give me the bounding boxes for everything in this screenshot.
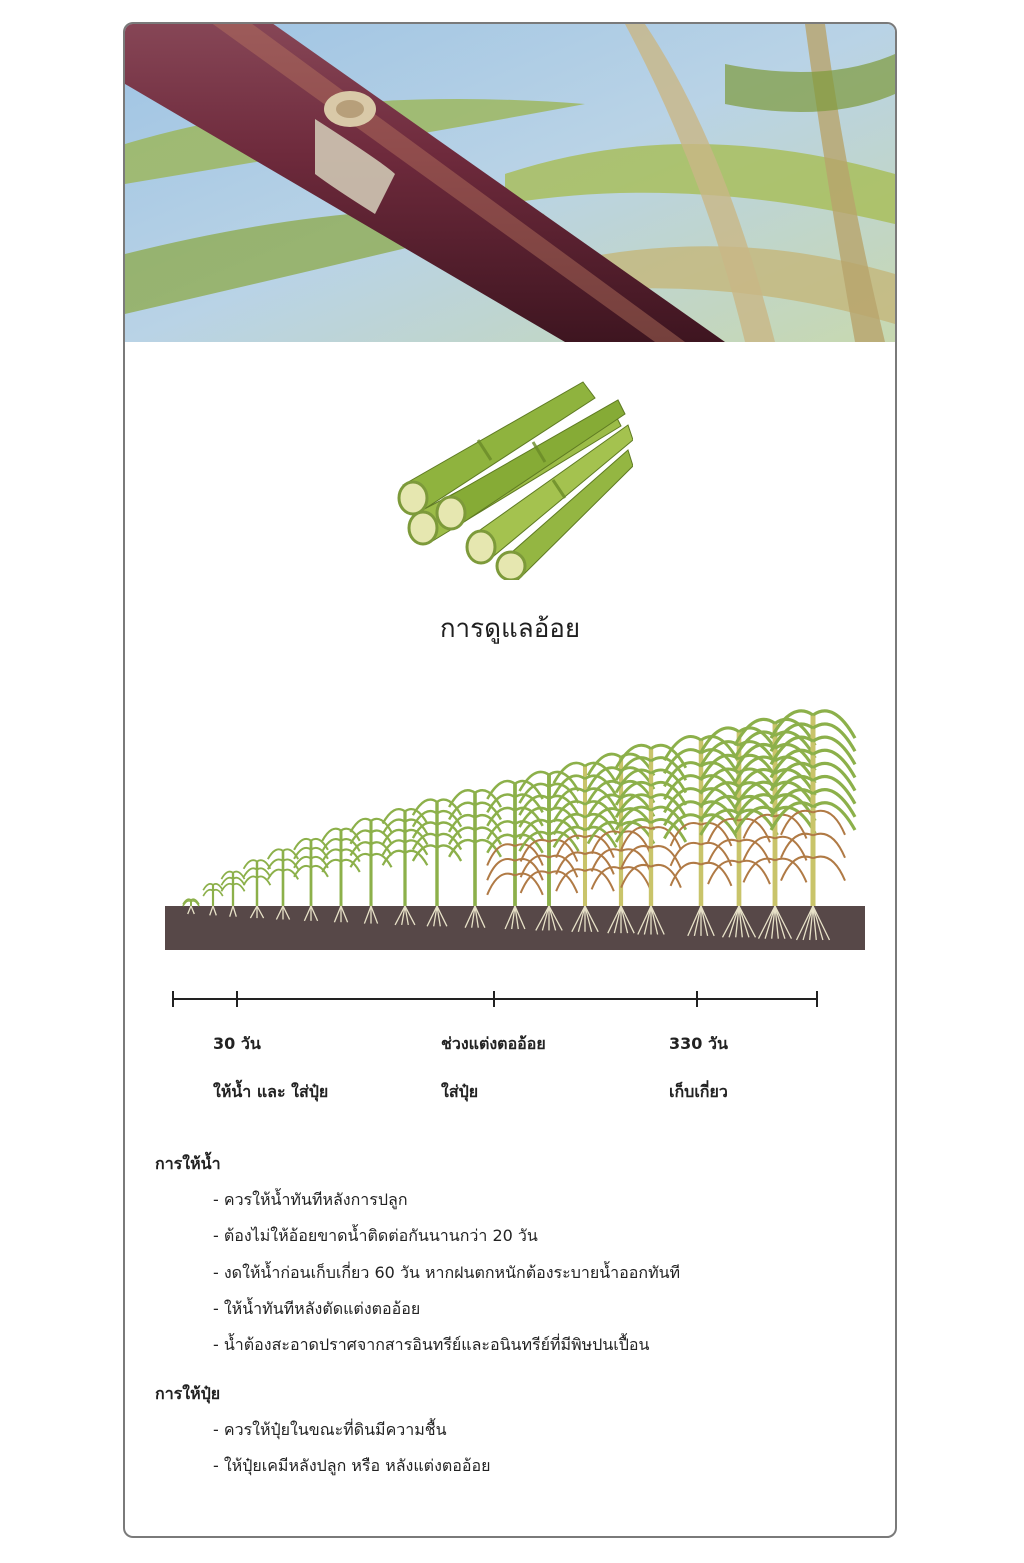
growth-stages-illustration — [165, 706, 867, 952]
content-card: การดูแลอ้อย 30 วัน ให้น้ำ และ ใส่ปุ๋ย ช่… — [123, 22, 897, 1538]
timeline-label-water-fertilize: ให้น้ำ และ ใส่ปุ๋ย — [213, 1082, 329, 1101]
watering-item: - ต้องไม่ให้อ้อยขาดน้ำติดต่อกันนานกว่า 2… — [213, 1226, 538, 1245]
soil-band — [165, 906, 865, 950]
timeline-label-ratoon-period: ช่วงแต่งตออ้อย — [441, 1034, 546, 1053]
cane-plant-stage — [699, 726, 779, 938]
fertilizer-item: - ให้ปุ๋ยเคมีหลังปลูก หรือ หลังแต่งตออ้อ… — [213, 1456, 491, 1475]
hero-image — [125, 24, 895, 342]
timeline-label-330-days: 330 วัน — [669, 1034, 728, 1053]
watering-item: - น้ำต้องสะอาดปราศจากสารอินทรีย์และอนินท… — [213, 1335, 650, 1354]
timeline-label-harvest: เก็บเกี่ยว — [669, 1082, 728, 1101]
watering-item: - ให้น้ำทันทีหลังตัดแต่งตออ้อย — [213, 1299, 421, 1318]
page-title: การดูแลอ้อย — [439, 614, 581, 644]
fertilizer-heading: การให้ปุ๋ย — [155, 1384, 221, 1403]
watering-heading: การให้น้ำ — [155, 1154, 221, 1173]
cane-plant-stage — [769, 709, 857, 941]
timeline-axis — [169, 984, 829, 1014]
sugarcane-bundle-image — [383, 370, 634, 582]
fertilizer-item: - ควรให้ปุ๋ยในขณะที่ดินมีความชื้น — [213, 1420, 447, 1439]
timeline-label-30-days: 30 วัน — [213, 1034, 261, 1053]
watering-item: - งดให้น้ำก่อนเก็บเกี่ยว 60 วัน หากฝนตกห… — [213, 1263, 681, 1282]
watering-item: - ควรให้น้ำทันทีหลังการปลูก — [213, 1190, 408, 1209]
timeline-label-fertilize: ใส่ปุ๋ย — [441, 1082, 479, 1101]
cane-plant-stage — [733, 717, 817, 939]
